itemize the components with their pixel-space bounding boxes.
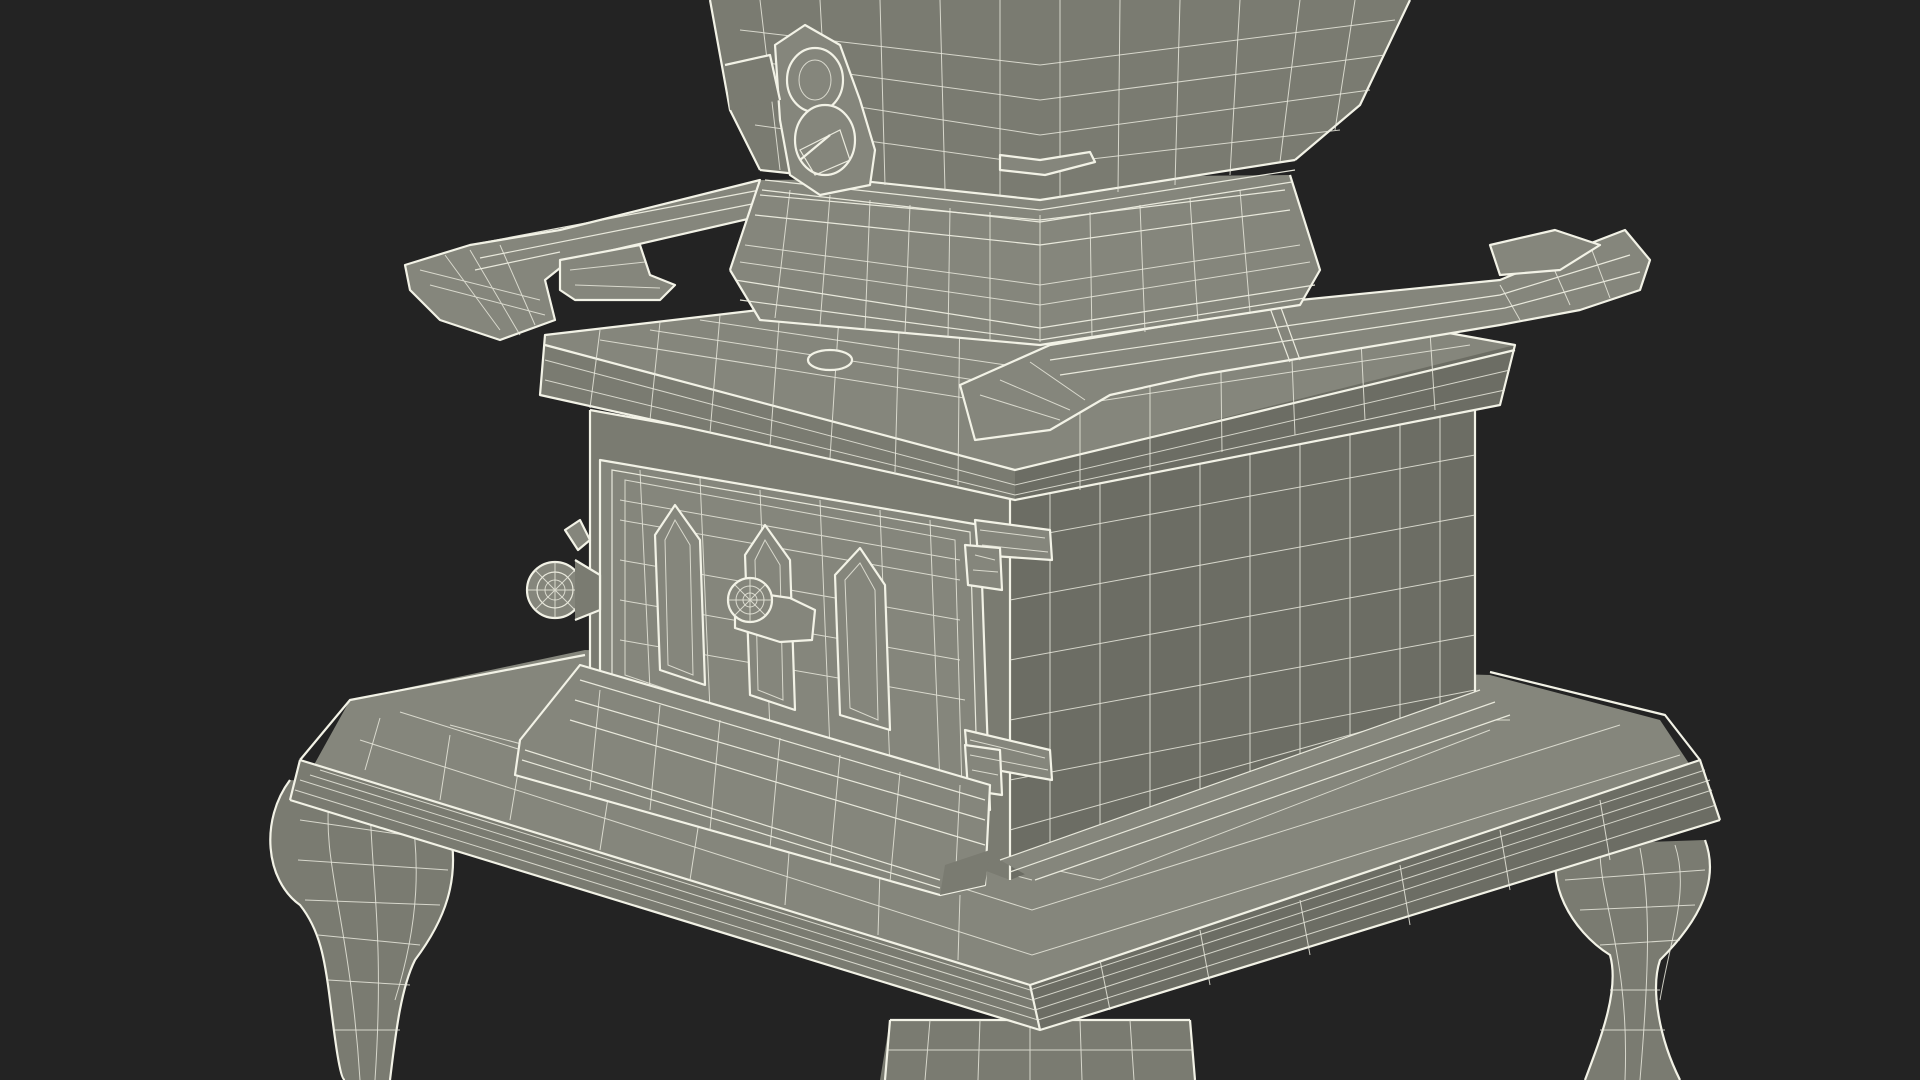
stove-wireframe-model (269, 0, 1722, 1080)
stove-leg-front-right (1554, 839, 1712, 1080)
render-viewport (0, 0, 1920, 1080)
stove-upper-chamber (708, 0, 1411, 223)
